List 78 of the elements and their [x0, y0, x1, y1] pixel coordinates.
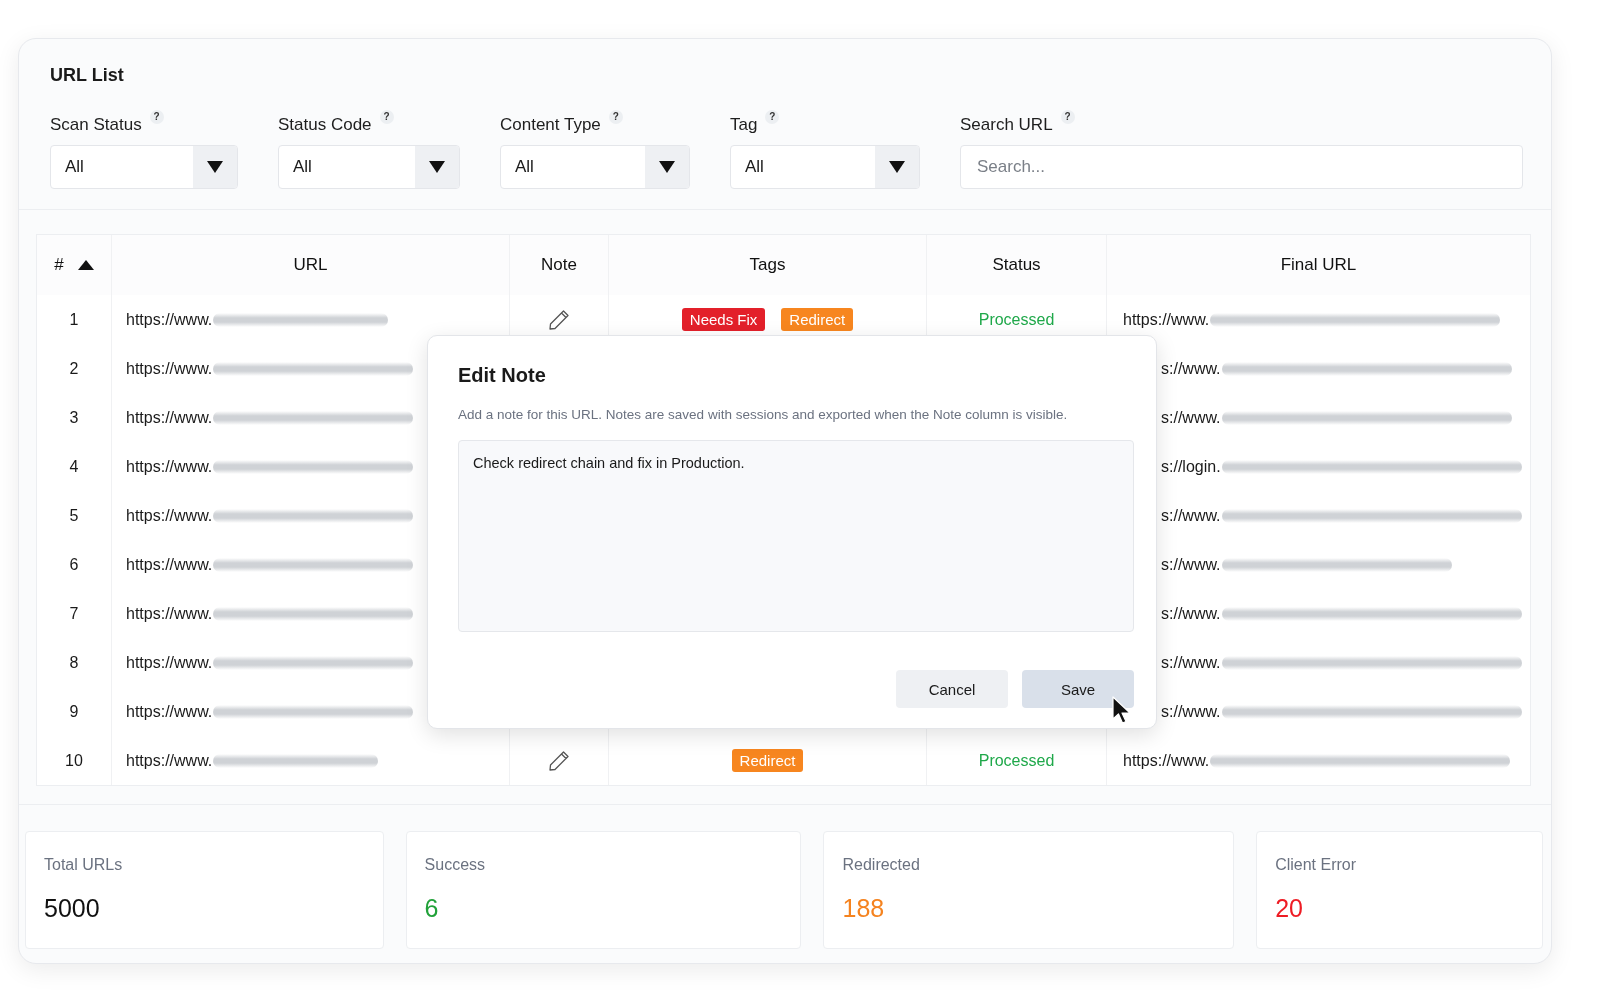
- filter-dropdown[interactable]: All: [730, 145, 920, 189]
- note-textarea[interactable]: Check redirect chain and fix in Production.: [458, 440, 1134, 632]
- url-text: https://www.: [126, 555, 213, 574]
- stat-value: 6: [424, 894, 439, 923]
- final-url-text: s://www.: [1161, 359, 1221, 378]
- filter-label: Content Type: [500, 114, 601, 135]
- stat-label: Client Error: [1275, 856, 1357, 874]
- url-text: https://www.: [126, 457, 213, 476]
- caret-down-icon: [889, 161, 905, 173]
- cancel-button[interactable]: Cancel: [896, 670, 1008, 708]
- column-header: #: [54, 255, 64, 275]
- final-url-text: s://www.: [1161, 604, 1221, 623]
- stat-value: 20: [1275, 894, 1303, 923]
- filter-dropdown[interactable]: All: [278, 145, 460, 189]
- help-hint[interactable]: ?: [379, 110, 394, 124]
- status-text: Processed: [978, 751, 1055, 770]
- pencil-icon[interactable]: [549, 750, 569, 771]
- column-header: Note: [541, 255, 577, 275]
- url-text: https://www.: [126, 310, 213, 329]
- filter-label: Tag: [730, 114, 758, 135]
- help-hint[interactable]: ?: [1060, 110, 1075, 124]
- final-url-text: s://www.: [1161, 653, 1221, 672]
- url-text: https://www.: [126, 359, 213, 378]
- column-header: URL: [293, 255, 328, 275]
- save-button[interactable]: Save: [1022, 670, 1134, 708]
- stat-value: 188: [842, 894, 885, 923]
- row-number: 4: [69, 457, 79, 476]
- tag: Redirect: [731, 749, 804, 772]
- mouse-pointer-icon: [1112, 696, 1132, 724]
- final-url-text: https://www.: [1123, 310, 1210, 329]
- help-hint[interactable]: ?: [149, 110, 164, 124]
- column-header: Status: [992, 255, 1041, 275]
- caret-down-icon: [207, 161, 223, 173]
- help-hint[interactable]: ?: [765, 110, 780, 124]
- row-number: 6: [69, 555, 79, 574]
- row-number: 8: [69, 653, 79, 672]
- dialog-description: Add a note for this URL. Notes are saved with sessions and exported when the Note column is visible.: [458, 407, 1068, 422]
- caret-down-icon: [429, 161, 445, 173]
- panel-title: URL List: [50, 65, 124, 86]
- stat-label: Total URLs: [44, 856, 123, 874]
- url-text: https://www.: [126, 408, 213, 427]
- url-text: https://www.: [126, 751, 213, 770]
- status-text: Processed: [978, 310, 1055, 329]
- stat-value: 5000: [44, 894, 100, 923]
- final-url-text: https://www.: [1123, 751, 1210, 770]
- final-url-text: s://www.: [1161, 702, 1221, 721]
- row-number: 10: [65, 751, 83, 770]
- filter-dropdown[interactable]: All: [50, 145, 238, 189]
- row-number: 5: [69, 506, 79, 525]
- filter-label: Scan Status: [50, 114, 142, 135]
- tag: Needs Fix: [681, 308, 766, 331]
- sort-arrow-icon[interactable]: [77, 260, 94, 270]
- search-field[interactable]: Search...: [960, 145, 1523, 189]
- url-text: https://www.: [126, 506, 213, 525]
- final-url-text: s://www.: [1161, 506, 1221, 525]
- column-header: Final URL: [1280, 255, 1357, 275]
- tag: Redirect: [781, 308, 854, 331]
- url-text: https://www.: [126, 604, 213, 623]
- final-url-text: s://www.: [1161, 408, 1221, 427]
- stat-label: Redirected: [842, 856, 920, 874]
- filter-label: Search URL: [960, 114, 1053, 135]
- pencil-icon[interactable]: [549, 309, 569, 330]
- help-hint[interactable]: ?: [608, 110, 623, 124]
- filter-dropdown[interactable]: All: [500, 145, 690, 189]
- url-text: https://www.: [126, 653, 213, 672]
- row-number: 3: [69, 408, 79, 427]
- dialog-title: Edit Note: [458, 364, 546, 387]
- final-url-text: s://www.: [1161, 555, 1221, 574]
- row-number: 1: [69, 310, 79, 329]
- final-url-text: s://login.: [1161, 457, 1221, 476]
- caret-down-icon: [659, 161, 675, 173]
- row-number: 9: [69, 702, 79, 721]
- row-number: 2: [69, 359, 79, 378]
- url-text: https://www.: [126, 702, 213, 721]
- filter-label: Status Code: [278, 114, 372, 135]
- column-header: Tags: [749, 255, 786, 275]
- stat-label: Success: [424, 856, 486, 874]
- row-number: 7: [69, 604, 79, 623]
